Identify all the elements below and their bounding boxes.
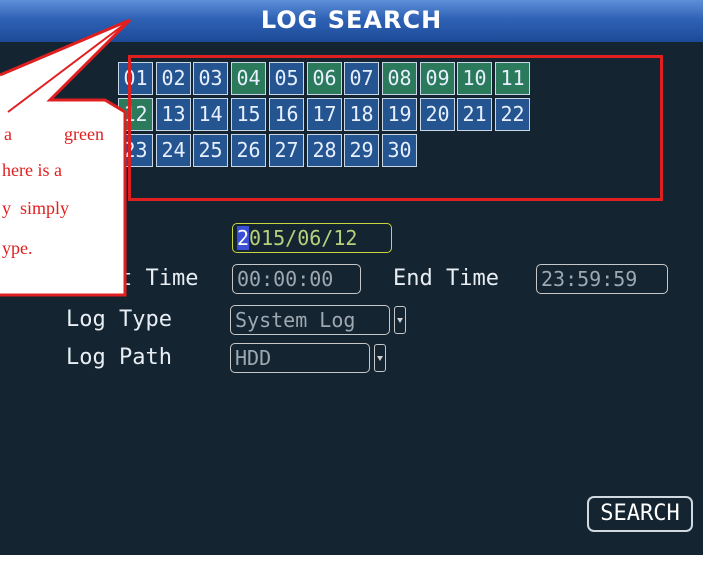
- date-field[interactable]: 2015/06/12: [232, 223, 392, 253]
- date-label: DATE: [66, 225, 119, 250]
- start-time-label: Start Time: [66, 266, 199, 291]
- date-cursor-digit: 2: [237, 226, 250, 250]
- callout-text-line-2: green: [64, 124, 104, 144]
- title-bar: LOG SEARCH: [0, 0, 703, 42]
- callout-text-line-4: y simply: [2, 198, 70, 218]
- log-type-select[interactable]: System Log: [230, 305, 390, 335]
- log-type-dropdown-arrow-icon[interactable]: [394, 306, 406, 334]
- log-path-select[interactable]: HDD: [230, 343, 370, 373]
- callout-text-line-3: here is a: [2, 160, 62, 180]
- page-title: LOG SEARCH: [260, 6, 443, 34]
- date-value-rest: 015/06/12: [249, 226, 358, 250]
- end-time-label: End Time: [393, 266, 499, 291]
- log-path-dropdown-arrow-icon[interactable]: [374, 344, 386, 372]
- search-button[interactable]: SEARCH: [587, 496, 693, 532]
- log-type-label: Log Type: [66, 307, 172, 332]
- callout-text-line-5: ype.: [2, 238, 33, 258]
- start-time-field[interactable]: 00:00:00: [232, 264, 361, 294]
- log-path-label: Log Path: [66, 345, 172, 370]
- callout-text-line-1: a: [4, 124, 12, 144]
- end-time-field[interactable]: 23:59:59: [536, 264, 668, 294]
- screen-bottom-edge: [0, 555, 703, 564]
- highlight-box: [128, 55, 663, 201]
